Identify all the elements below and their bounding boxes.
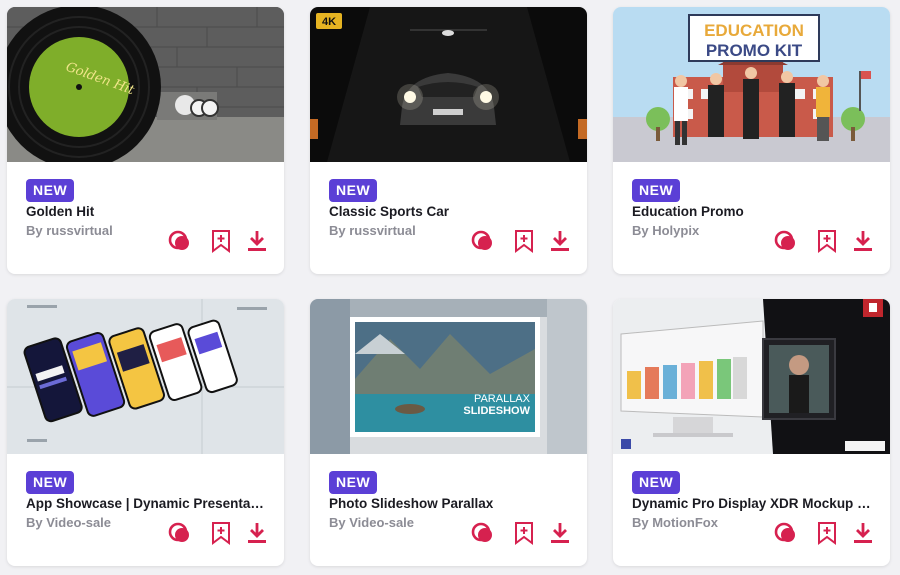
- bookmark-button[interactable]: [814, 520, 840, 546]
- card-thumbnail[interactable]: PARALLAX SLIDESHOW: [310, 299, 587, 454]
- card-author[interactable]: By russvirtual: [26, 223, 113, 239]
- card-author[interactable]: By Video-sale: [329, 515, 414, 531]
- download-button[interactable]: [244, 520, 270, 546]
- preview-button[interactable]: [167, 228, 193, 254]
- template-card[interactable]: EDUCATION PROMO KIT NEW Education Promo …: [613, 7, 890, 274]
- bookmark-button[interactable]: [208, 228, 234, 254]
- download-icon: [854, 523, 872, 543]
- new-badge: NEW: [26, 179, 75, 202]
- card-title[interactable]: Photo Slideshow Parallax: [329, 496, 569, 512]
- card-title[interactable]: App Showcase | Dynamic Presentati...: [26, 496, 266, 512]
- bookmark-add-icon: [818, 230, 836, 253]
- template-card[interactable]: PARALLAX SLIDESHOW NEW Photo Slideshow P…: [310, 299, 587, 566]
- template-card[interactable]: 4K NEW Classic Sports Car By russvirtual: [310, 7, 587, 274]
- new-badge: NEW: [329, 471, 378, 494]
- bookmark-button[interactable]: [511, 520, 537, 546]
- overlay-line2: SLIDESHOW: [463, 405, 530, 417]
- new-badge: NEW: [632, 179, 681, 202]
- download-icon: [854, 231, 872, 251]
- bookmark-add-icon: [515, 522, 533, 545]
- card-thumbnail[interactable]: [613, 299, 890, 454]
- quality-badge: 4K: [322, 16, 336, 28]
- preview-button[interactable]: [470, 520, 496, 546]
- card-author[interactable]: By MotionFox: [632, 515, 718, 531]
- card-thumbnail[interactable]: 4K: [310, 7, 587, 162]
- preview-button[interactable]: [167, 520, 193, 546]
- card-title[interactable]: Education Promo: [632, 204, 872, 220]
- download-button[interactable]: [547, 228, 573, 254]
- download-icon: [551, 231, 569, 251]
- preview-icon: [168, 522, 189, 542]
- download-icon: [248, 231, 266, 251]
- new-badge: NEW: [632, 471, 681, 494]
- download-icon: [248, 523, 266, 543]
- preview-button[interactable]: [470, 228, 496, 254]
- new-badge: NEW: [329, 179, 378, 202]
- download-button[interactable]: [850, 520, 876, 546]
- bookmark-add-icon: [515, 230, 533, 253]
- template-card[interactable]: NEW Dynamic Pro Display XDR Mockup |... …: [613, 299, 890, 566]
- download-button[interactable]: [547, 520, 573, 546]
- card-thumbnail[interactable]: [7, 299, 284, 454]
- preview-button[interactable]: [773, 228, 799, 254]
- card-title[interactable]: Golden Hit: [26, 204, 266, 220]
- bookmark-add-icon: [818, 522, 836, 545]
- card-author[interactable]: By Holypix: [632, 223, 699, 239]
- download-icon: [551, 523, 569, 543]
- preview-icon: [774, 230, 795, 250]
- bookmark-button[interactable]: [208, 520, 234, 546]
- bookmark-add-icon: [212, 230, 230, 253]
- card-title[interactable]: Dynamic Pro Display XDR Mockup |...: [632, 496, 872, 512]
- preview-icon: [774, 522, 795, 542]
- card-author[interactable]: By russvirtual: [329, 223, 416, 239]
- card-title[interactable]: Classic Sports Car: [329, 204, 569, 220]
- preview-button[interactable]: [773, 520, 799, 546]
- card-author[interactable]: By Video-sale: [26, 515, 111, 531]
- download-button[interactable]: [850, 228, 876, 254]
- download-button[interactable]: [244, 228, 270, 254]
- overlay-line1: PARALLAX: [474, 393, 531, 405]
- banner-line1: EDUCATION: [704, 21, 804, 40]
- template-card[interactable]: NEW App Showcase | Dynamic Presentati...…: [7, 299, 284, 566]
- new-badge: NEW: [26, 471, 75, 494]
- preview-icon: [471, 522, 492, 542]
- card-thumbnail[interactable]: Golden Hit: [7, 7, 284, 162]
- bookmark-button[interactable]: [814, 228, 840, 254]
- preview-icon: [471, 230, 492, 250]
- preview-icon: [168, 230, 189, 250]
- bookmark-add-icon: [212, 522, 230, 545]
- card-thumbnail[interactable]: EDUCATION PROMO KIT: [613, 7, 890, 162]
- bookmark-button[interactable]: [511, 228, 537, 254]
- template-card[interactable]: Golden Hit NEW Golden Hit By russvirtual: [7, 7, 284, 274]
- banner-line2: PROMO KIT: [706, 41, 803, 60]
